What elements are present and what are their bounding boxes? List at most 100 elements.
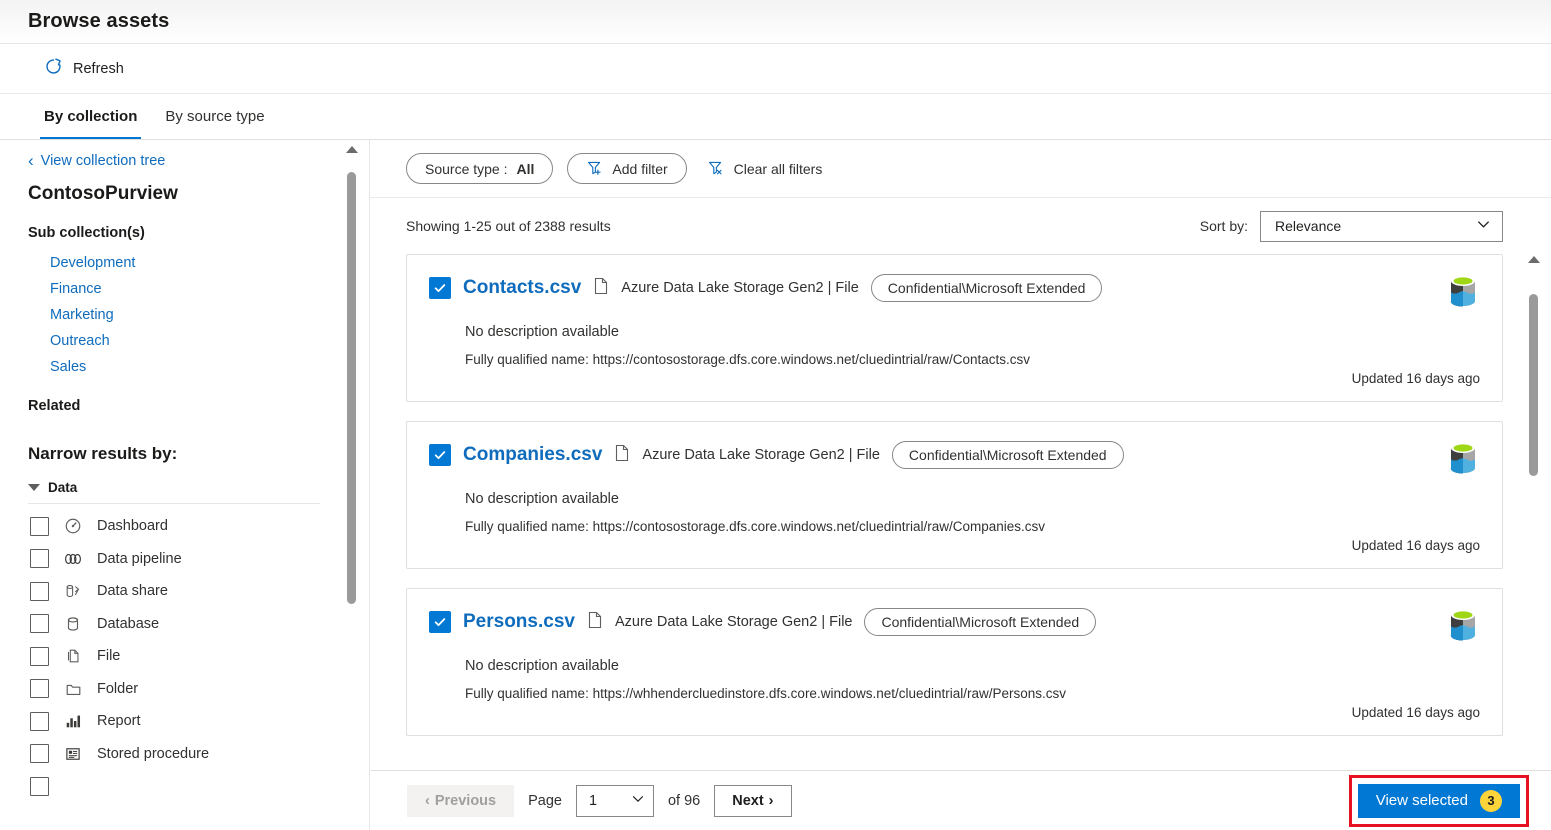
sensitivity-label-badge: Confidential\Microsoft Extended (870, 274, 1103, 302)
facet-checkbox[interactable] (30, 646, 49, 666)
result-select-checkbox[interactable] (429, 611, 451, 633)
sort-by-select[interactable]: Relevance (1260, 210, 1503, 242)
result-card[interactable]: Persons.csv Azure Data Lake Storage Gen2… (406, 588, 1503, 736)
view-selected-button[interactable]: View selected 3 (1357, 783, 1520, 818)
results-panel: Source type : All Add filter Clear all f… (370, 140, 1551, 830)
facet-group-data[interactable]: Data (28, 480, 320, 504)
file-icon (593, 277, 609, 300)
previous-page-button[interactable]: ‹ Previous (407, 784, 515, 817)
facet-label: Data share (97, 583, 168, 600)
facet-label: Database (97, 615, 160, 632)
facet-data-share[interactable]: Data share (28, 575, 325, 608)
result-select-checkbox[interactable] (429, 444, 451, 466)
facet-label: File (97, 648, 121, 665)
sort-by-label: Sort by: (1199, 218, 1248, 234)
view-collection-tree-label: View collection tree (40, 152, 166, 169)
facet-checkbox[interactable] (30, 711, 49, 731)
asset-updated: Updated 16 days ago (1351, 371, 1480, 386)
view-collection-tree-link[interactable]: ‹ View collection tree (28, 152, 325, 169)
azure-data-lake-storage-icon (1446, 607, 1480, 648)
facet-checkbox[interactable] (30, 679, 49, 699)
results-scrollbar[interactable] (1527, 252, 1541, 787)
facet-checkbox[interactable] (30, 549, 49, 569)
stored-procedure-icon (63, 744, 83, 764)
asset-fqn: Fully qualified name: https://contososto… (465, 352, 1031, 367)
asset-type: Azure Data Lake Storage Gen2 | File (614, 614, 853, 630)
scroll-up-arrow-icon[interactable] (346, 146, 358, 153)
facet-label: Dashboard (97, 518, 168, 535)
chevron-left-icon: ‹ (425, 792, 430, 809)
tab-by-collection[interactable]: By collection (30, 94, 151, 139)
selected-count-badge: 3 (1480, 789, 1502, 812)
file-icon (614, 444, 630, 467)
refresh-label: Refresh (73, 60, 124, 77)
source-type-filter-pill[interactable]: Source type : All (406, 153, 554, 184)
facet-row-partial[interactable] (28, 770, 325, 803)
file-icon (587, 611, 603, 634)
pagination-footer: ‹ Previous Page 1 of 96 Next › View sele… (371, 770, 1551, 830)
next-page-button[interactable]: Next › (714, 784, 792, 817)
sidebar-item-outreach[interactable]: Outreach (50, 328, 325, 354)
result-card[interactable]: Companies.csv Azure Data Lake Storage Ge… (406, 421, 1503, 569)
asset-name-link[interactable]: Persons.csv (463, 611, 575, 633)
facet-database[interactable]: Database (28, 608, 325, 641)
sub-collection-list: Development Finance Marketing Outreach S… (28, 250, 325, 380)
sensitivity-label-badge: Confidential\Microsoft Extended (891, 441, 1124, 469)
sensitivity-label-badge: Confidential\Microsoft Extended (864, 608, 1097, 636)
asset-name-link[interactable]: Contacts.csv (463, 277, 581, 299)
scrollbar-thumb[interactable] (1529, 294, 1538, 476)
filter-bar: Source type : All Add filter Clear all f… (370, 140, 1551, 198)
sidebar-item-sales[interactable]: Sales (50, 354, 325, 380)
facet-stored-procedure[interactable]: Stored procedure (28, 738, 325, 771)
asset-name-link[interactable]: Companies.csv (463, 444, 602, 466)
source-type-filter-value: All (516, 160, 535, 177)
tab-list: By collection By source type (0, 94, 1551, 140)
view-selected-label: View selected (1375, 792, 1468, 809)
sidebar-scrollbar[interactable] (345, 140, 359, 830)
refresh-icon (44, 57, 63, 81)
dashboard-icon (63, 516, 83, 536)
tab-by-source-type[interactable]: By source type (151, 94, 278, 139)
result-select-checkbox[interactable] (429, 277, 451, 299)
facet-report[interactable]: Report (28, 705, 325, 738)
data-share-icon (63, 581, 83, 601)
results-count: Showing 1-25 out of 2388 results (406, 218, 611, 234)
facet-dashboard[interactable]: Dashboard (28, 510, 325, 543)
add-filter-button[interactable]: Add filter (567, 153, 687, 184)
clear-all-filters-button[interactable]: Clear all filters (701, 155, 829, 183)
facet-checkbox[interactable] (30, 776, 49, 796)
facet-checkbox[interactable] (30, 581, 49, 601)
sidebar-item-marketing[interactable]: Marketing (50, 302, 325, 328)
page-number-select[interactable]: 1 (575, 784, 654, 817)
asset-fqn: Fully qualified name: https://whhendercl… (465, 686, 1067, 701)
data-pipeline-icon (63, 549, 83, 569)
chevron-down-icon (1476, 217, 1491, 235)
file-icon (63, 646, 83, 666)
chevron-down-icon (631, 792, 645, 810)
collection-name: ContosoPurview (28, 183, 178, 204)
refresh-button[interactable]: Refresh (36, 52, 132, 86)
report-icon (63, 711, 83, 731)
asset-description: No description available (465, 324, 619, 340)
results-meta-bar: Showing 1-25 out of 2388 results Sort by… (370, 198, 1551, 254)
page-title: Browse assets (28, 10, 170, 32)
facet-checkbox[interactable] (30, 614, 49, 634)
sidebar-item-development[interactable]: Development (50, 250, 325, 276)
sidebar-item-finance[interactable]: Finance (50, 276, 325, 302)
scrollbar-thumb[interactable] (347, 172, 356, 604)
asset-type: Azure Data Lake Storage Gen2 | File (642, 447, 880, 463)
azure-data-lake-storage-icon (1446, 440, 1480, 481)
narrow-results-heading: Narrow results by: (28, 444, 178, 463)
facet-checkbox[interactable] (30, 744, 49, 764)
scroll-up-arrow-icon[interactable] (1528, 256, 1540, 263)
asset-description: No description available (465, 658, 619, 674)
page-number-value: 1 (588, 792, 598, 809)
facet-checkbox[interactable] (30, 516, 49, 536)
facet-folder[interactable]: Folder (28, 673, 325, 706)
facet-data-pipeline[interactable]: Data pipeline (28, 543, 325, 576)
asset-updated: Updated 16 days ago (1351, 538, 1480, 553)
pagination-controls: ‹ Previous Page 1 of 96 Next › (407, 784, 792, 817)
facet-file[interactable]: File (28, 640, 325, 673)
result-card[interactable]: Contacts.csv Azure Data Lake Storage Gen… (406, 254, 1503, 402)
azure-data-lake-storage-icon (1446, 273, 1480, 314)
